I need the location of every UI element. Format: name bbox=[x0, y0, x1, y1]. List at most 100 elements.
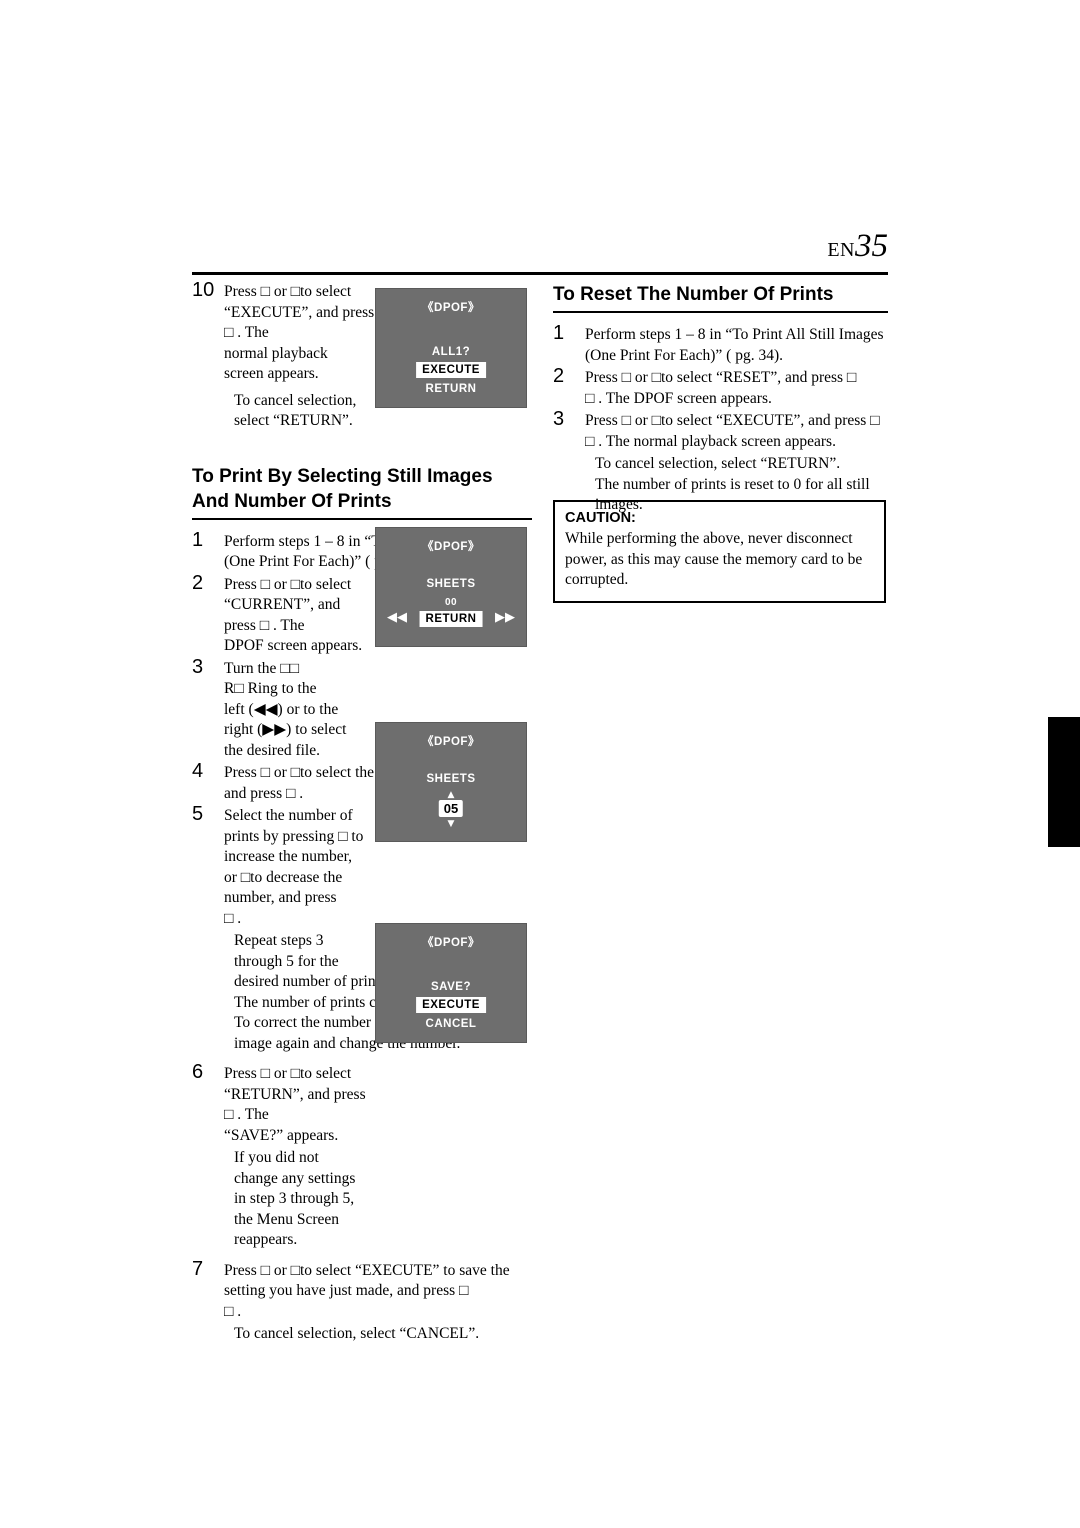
step-5-left-line-1: Select the number of bbox=[224, 807, 353, 824]
step-3-left-line-2: R□ Ring to the bbox=[224, 680, 317, 697]
step-7-left-line-2: setting you have just made, and press □ bbox=[224, 1282, 469, 1299]
step-10-line-5: screen appears. bbox=[224, 365, 319, 382]
step-6-left-note-2: change any settings bbox=[234, 1169, 356, 1187]
lcd-save-cancel-button[interactable]: CANCEL bbox=[376, 1018, 526, 1030]
step-5-left-line-4: or □to decrease the bbox=[224, 868, 343, 886]
step-6-left-line-4: “SAVE?” appears. bbox=[224, 1126, 339, 1144]
step-6-left-body: Press □ or □to select “RETURN”, and pres… bbox=[192, 1064, 532, 1146]
step-4-left-number: 4 bbox=[192, 760, 204, 782]
step-3-right-note-1: To cancel selection, select “RETURN”. bbox=[595, 455, 841, 472]
step-6-left-note-3: in step 3 through 5, bbox=[234, 1190, 355, 1207]
step-2-left-line-3: press □ . The bbox=[224, 616, 305, 634]
step-2-left-number: 2 bbox=[192, 571, 204, 594]
page-lang-code: EN bbox=[827, 239, 855, 261]
lcd-save-execute-button[interactable]: EXECUTE bbox=[416, 997, 486, 1013]
step-7-left-body: Press □ or □to select “EXECUTE” to save … bbox=[192, 1261, 538, 1323]
step-5-left-line-6: □ . bbox=[224, 909, 242, 927]
section-title-print-by-selecting: To Print By Selecting Still Images And N… bbox=[192, 465, 493, 512]
step-3-left-line-4: right (▶▶) to select bbox=[224, 721, 347, 738]
lcd-all1-field: ALL1? bbox=[431, 346, 471, 358]
lcd-sheets05-title: 《DPOF》 bbox=[422, 736, 480, 748]
step-5-left-line-3: increase the number, bbox=[224, 848, 353, 865]
page-edge-tab bbox=[1048, 717, 1080, 847]
lcd-sheets05-down-icon[interactable]: ▼ bbox=[448, 820, 455, 829]
step-10-line-4: normal playback bbox=[224, 344, 328, 362]
step-6-left-note-1: If you did not bbox=[234, 1149, 319, 1166]
lcd-screen-dpof-sheets-00: 《DPOF》 SHEETS 00 RETURN ◀◀ ▶▶ bbox=[375, 527, 527, 647]
step-6-left-line-2: “RETURN”, and press bbox=[224, 1085, 366, 1103]
step-10-number: 10 bbox=[192, 279, 215, 301]
step-7-left-notes: To cancel selection, select “CANCEL”. bbox=[192, 1324, 532, 1345]
step-1-right-line-2: (One Print For Each)” ( pg. 34). bbox=[585, 346, 784, 364]
step-10-line-2: “EXECUTE”, and press bbox=[224, 303, 375, 321]
step-2-right-line-2: □ . The DPOF screen appears. bbox=[585, 389, 772, 407]
lcd-sheets00-value: 00 bbox=[444, 597, 458, 608]
caution-box: CAUTION: While performing the above, nev… bbox=[553, 500, 886, 603]
page-number-value: 35 bbox=[855, 228, 888, 264]
caution-line-3: corrupted. bbox=[565, 571, 629, 588]
step-2-left-line-1: Press □ or □to select bbox=[224, 575, 352, 593]
step-3-right-line-2: □ . The normal playback screen appears. bbox=[585, 432, 836, 450]
lcd-all1-return-button[interactable]: RETURN bbox=[376, 383, 526, 395]
step-3-right: 3 Press □ or □to select “EXECUTE”, and p… bbox=[553, 408, 888, 452]
step-2-left-line-2: “CURRENT”, and bbox=[224, 596, 341, 613]
lcd-screen-dpof-all1: 《DPOF》 ALL1? EXECUTE RETURN bbox=[375, 288, 527, 408]
lcd-sheets05-field: SHEETS bbox=[426, 773, 476, 785]
caution-title: CAUTION: bbox=[565, 510, 636, 526]
lcd-sheets05-value: 05 bbox=[438, 800, 464, 817]
step-3-left-line-5: the desired file. bbox=[224, 741, 320, 759]
step-6-left-number: 6 bbox=[192, 1061, 204, 1083]
step-1-left-number: 1 bbox=[192, 528, 204, 551]
step-3-left-number: 3 bbox=[192, 655, 204, 678]
step-4-left-line-2: and press □ . bbox=[224, 784, 304, 802]
step-6-left-note-5: reappears. bbox=[234, 1231, 298, 1248]
step-6-left-notes: If you did not change any settings in st… bbox=[192, 1148, 532, 1251]
section-title-reset-prints: To Reset The Number Of Prints bbox=[553, 284, 834, 305]
lcd-all1-title: 《DPOF》 bbox=[422, 302, 480, 314]
step-1-right-number: 1 bbox=[553, 322, 565, 344]
step-10-line-3: □ . The bbox=[224, 324, 269, 341]
right-column: To Reset The Number Of Prints 1 Perform … bbox=[553, 282, 888, 516]
step-2-right-line-1: Press □ or □to select “RESET”, and press… bbox=[585, 369, 857, 386]
section-rule-left bbox=[192, 517, 532, 520]
step-3-left-line-1: Turn the □□ bbox=[224, 659, 299, 677]
step-2-left-line-4: DPOF screen appears. bbox=[224, 637, 363, 654]
lcd-screen-dpof-save: 《DPOF》 SAVE? EXECUTE CANCEL bbox=[375, 923, 527, 1043]
caution-text: While performing the above, never discon… bbox=[565, 529, 874, 591]
lcd-screen-dpof-sheets-05: 《DPOF》 SHEETS ▲ 05 ▼ bbox=[375, 722, 527, 842]
lcd-all1-execute-button[interactable]: EXECUTE bbox=[416, 362, 486, 378]
page-header: EN35 bbox=[192, 228, 888, 275]
step-3-left-line-3: left (◀◀) or to the bbox=[224, 700, 339, 718]
lcd-sheets00-rewind-icon[interactable]: ◀◀ bbox=[387, 610, 407, 625]
step-6-left-note-4: the Menu Screen bbox=[234, 1210, 340, 1228]
step-5-left-note-1: Repeat steps 3 bbox=[234, 932, 324, 949]
lcd-sheets05-up-icon[interactable]: ▲ bbox=[448, 791, 455, 800]
section-rule-right bbox=[553, 311, 888, 313]
step-3-right-line-1: Press □ or □to select “EXECUTE”, and pre… bbox=[585, 412, 880, 429]
lcd-sheets00-field: SHEETS bbox=[426, 578, 476, 590]
page-number: EN35 bbox=[827, 228, 888, 265]
step-7-left: 7 Press □ or □to select “EXECUTE” to sav… bbox=[192, 1257, 538, 1323]
lcd-sheets00-title: 《DPOF》 bbox=[422, 541, 480, 553]
step-10-line-1: Press □ or □to select bbox=[224, 283, 352, 300]
step-2-right: 2 Press □ or □to select “RESET”, and pre… bbox=[553, 366, 888, 409]
step-1-right-line-1: Perform steps 1 – 8 in “To Print All Sti… bbox=[585, 326, 884, 343]
step-6-left-line-3: □ . The bbox=[224, 1106, 269, 1123]
step-1-right: 1 Perform steps 1 – 8 in “To Print All S… bbox=[553, 322, 888, 366]
caution-line-1: While performing the above, never discon… bbox=[565, 530, 853, 547]
step-10-note-2: select “RETURN”. bbox=[234, 412, 353, 429]
lcd-sheets00-return-button[interactable]: RETURN bbox=[419, 611, 483, 627]
step-10-note-1: To cancel selection, bbox=[234, 391, 357, 409]
lcd-save-title: 《DPOF》 bbox=[422, 937, 480, 949]
step-2-right-body: Press □ or □to select “RESET”, and press… bbox=[553, 368, 888, 409]
caution-line-2: power, as this may cause the memory card… bbox=[565, 550, 863, 568]
step-1-right-body: Perform steps 1 – 8 in “To Print All Sti… bbox=[553, 325, 888, 366]
step-5-left-number: 5 bbox=[192, 803, 204, 825]
header-rule bbox=[192, 272, 888, 275]
step-7-left-line-1: Press □ or □to select “EXECUTE” to save … bbox=[224, 1261, 510, 1279]
step-7-left-number: 7 bbox=[192, 1257, 204, 1280]
step-5-left-line-2: prints by pressing □ to bbox=[224, 827, 364, 845]
lcd-sheets00-forward-icon[interactable]: ▶▶ bbox=[495, 610, 515, 625]
step-6-left: 6 Press □ or □to select “RETURN”, and pr… bbox=[192, 1061, 532, 1146]
step-3-right-number: 3 bbox=[553, 408, 565, 430]
